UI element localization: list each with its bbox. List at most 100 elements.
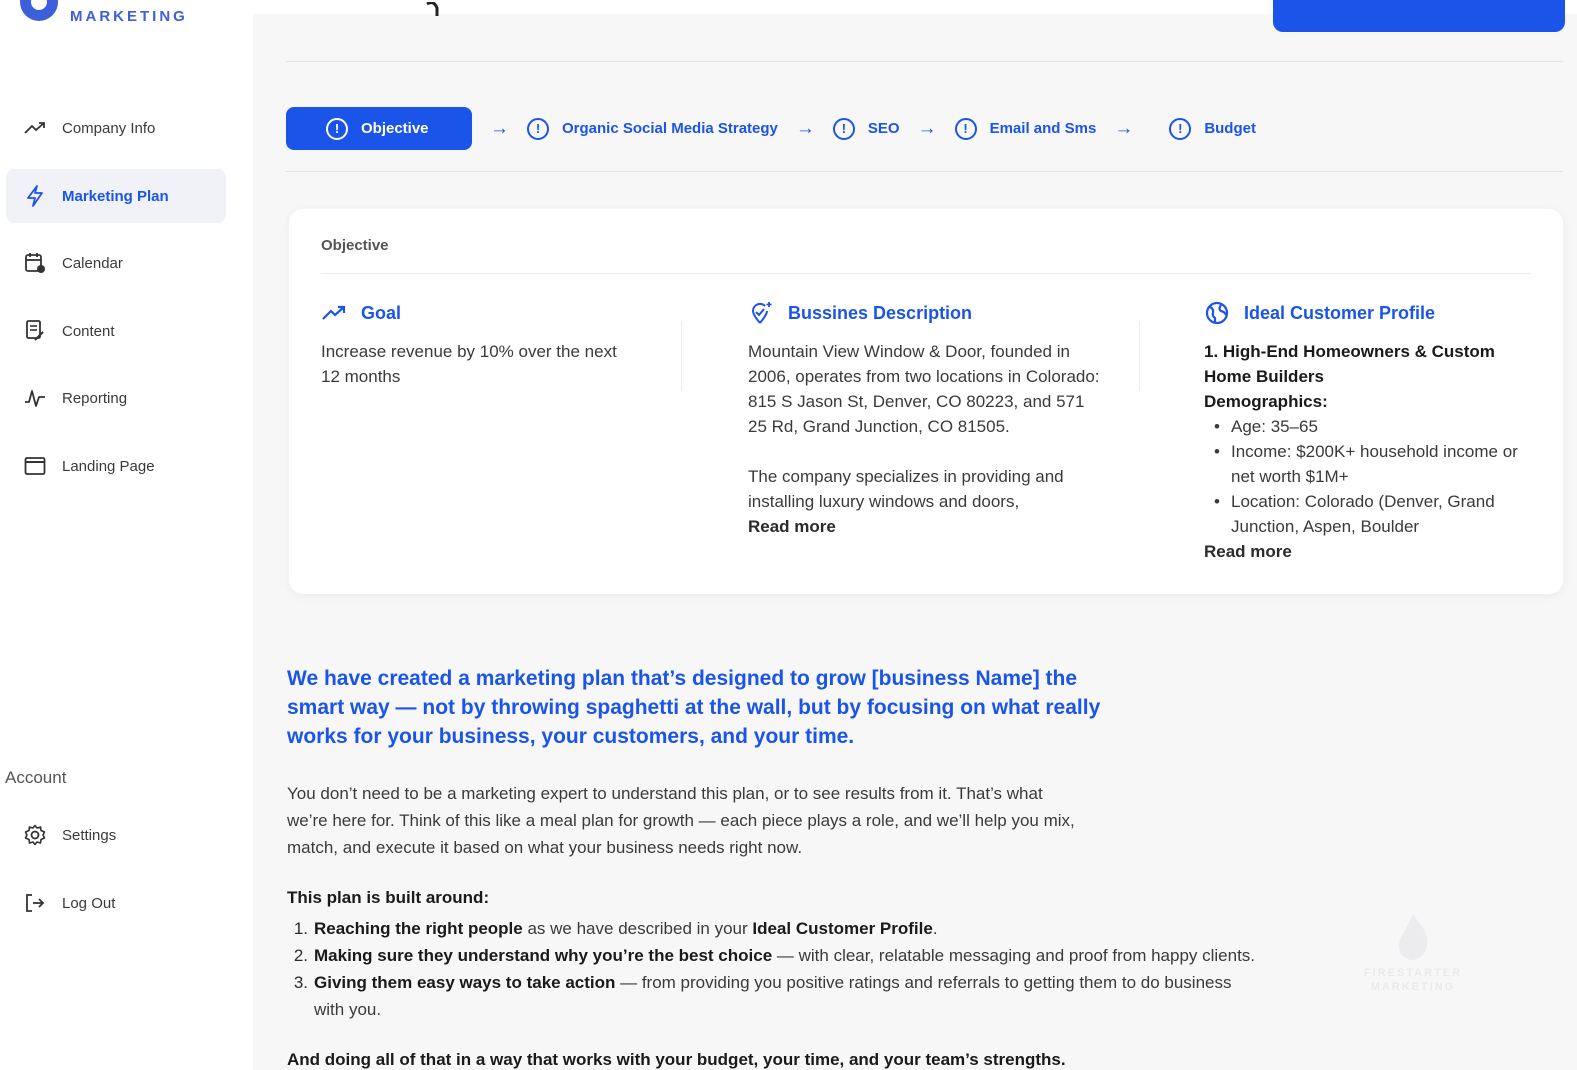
sidebar-item-reporting[interactable]: Reporting (6, 371, 226, 425)
document-edit-icon (23, 319, 47, 343)
pulse-icon (23, 386, 47, 410)
step-label: Objective (361, 120, 429, 137)
account-section-label: Account (5, 768, 67, 787)
brand-name: MARKETING (70, 8, 188, 25)
calendar-icon (23, 251, 47, 275)
flame-icon (1399, 914, 1428, 960)
alert-circle-icon: ! (954, 117, 977, 140)
sidebar-item-label: Calendar (62, 254, 123, 272)
stepper-divider (286, 171, 1563, 172)
list-number: 3. (293, 973, 308, 992)
trending-up-icon (23, 116, 47, 140)
step-objective[interactable]: ! Objective (286, 107, 472, 150)
sidebar-item-marketing-plan[interactable]: Marketing Plan (6, 169, 226, 223)
watermark-line-1: FIRESTARTER (1363, 967, 1463, 979)
objective-card: Objective Goal Increase revenue by 10% o… (289, 209, 1563, 594)
sidebar-item-label: Landing Page (62, 457, 155, 475)
header-divider (286, 61, 1563, 62)
arrow-right-icon: → (490, 117, 509, 139)
point-bold: Giving them easy ways to take action (314, 973, 616, 992)
plan-stepper: ! Objective → ! Organic Social Media Str… (286, 107, 1256, 150)
plan-points-list: 1. Reaching the right people as we have … (287, 915, 1347, 1023)
list-item: Location: Colorado (Denver, Grand Juncti… (1204, 489, 1524, 539)
arrow-right-icon: → (917, 117, 937, 139)
sidebar-item-landing-page[interactable]: Landing Page (6, 439, 226, 493)
plan-lead-text: We have created a marketing plan that’s … (287, 667, 1101, 748)
globe-icon (1204, 301, 1230, 325)
alert-circle-icon: ! (527, 117, 549, 140)
list-item: Income: $200K+ household income or net w… (1204, 439, 1524, 489)
logout-icon (23, 891, 47, 915)
sidebar-item-company-info[interactable]: Company Info (6, 101, 226, 155)
point-text: — with clear, relatable messaging and pr… (772, 946, 1256, 965)
plan-closing-text: And doing all of that in a way that work… (287, 1050, 1066, 1069)
card-title: Objective (321, 237, 389, 254)
icp-read-more-link[interactable]: Read more (1204, 539, 1524, 564)
plan-built-around-label: This plan is built around: (287, 888, 490, 907)
sidebar-item-settings[interactable]: Settings (6, 808, 226, 862)
step-organic-social-media[interactable]: ! Organic Social Media Strategy (527, 107, 778, 150)
business-read-more-link[interactable]: Read more (748, 514, 1103, 539)
primary-action-button[interactable] (1273, 0, 1565, 32)
ideal-customer-profile-column: Ideal Customer Profile 1. High-End Homeo… (1204, 301, 1524, 564)
sidebar-item-label: Reporting (62, 389, 128, 407)
list-number: 2. (293, 946, 308, 965)
watermark-line-2: MARKETING (1370, 981, 1456, 993)
business-description-text: Mountain View Window & Door, founded in … (748, 342, 1100, 436)
alert-circle-icon: ! (832, 117, 855, 140)
point-bold: Reaching the right people (314, 919, 523, 938)
step-label: SEO (867, 120, 900, 137)
sidebar-item-content[interactable]: Content (6, 304, 226, 358)
location-sparkle-icon (748, 301, 774, 325)
list-item: 2. Making sure they understand why you’r… (287, 942, 1347, 969)
step-label: Organic Social Media Strategy (562, 120, 778, 137)
trending-up-icon (321, 301, 347, 325)
lightning-icon (23, 184, 47, 208)
ideal-customer-profile-heading: Ideal Customer Profile (1244, 302, 1436, 323)
step-budget[interactable]: ! Budget (1169, 107, 1256, 150)
gear-icon (23, 823, 47, 847)
arrow-right-icon: → (1114, 117, 1134, 139)
list-item: 3. Giving them easy ways to take action … (287, 969, 1347, 1023)
card-divider (321, 273, 1531, 274)
alert-circle-icon: ! (326, 117, 348, 140)
business-description-heading: Bussines Description (788, 302, 973, 323)
point-text-2: . (932, 919, 938, 938)
sidebar-item-label: Content (62, 322, 115, 340)
list-item: Age: 35–65 (1204, 414, 1524, 439)
sidebar-item-label: Company Info (62, 119, 156, 137)
sidebar-item-label: Marketing Plan (62, 187, 169, 205)
browser-window-icon (23, 454, 47, 478)
goal-heading: Goal (361, 302, 402, 323)
alert-circle-icon: ! (1169, 117, 1192, 140)
plan-intro-paragraph: You don’t need to be a marketing expert … (287, 784, 1075, 857)
column-divider (681, 321, 682, 391)
sidebar-item-label: Settings (62, 826, 117, 844)
goal-text: Increase revenue by 10% over the next 12… (321, 342, 617, 386)
sidebar: MARKETING Company Info Marketing Plan Ca… (0, 0, 253, 1070)
sidebar-item-calendar[interactable]: Calendar (6, 236, 226, 290)
column-divider (1139, 321, 1140, 391)
watermark: FIRESTARTER MARKETING (1343, 912, 1483, 994)
demographics-label: Demographics: (1204, 392, 1328, 411)
point-bold-2: Ideal Customer Profile (752, 919, 933, 938)
demographics-list: Age: 35–65 Income: $200K+ household inco… (1204, 414, 1524, 539)
list-item: 1. Reaching the right people as we have … (287, 915, 1347, 942)
step-label: Budget (1204, 120, 1256, 137)
brand-logo[interactable] (18, 0, 60, 30)
arrow-right-icon: → (795, 117, 815, 139)
main-content: ! Objective → ! Organic Social Media Str… (253, 0, 1577, 1070)
list-number: 1. (293, 919, 308, 938)
sidebar-item-label: Log Out (62, 894, 116, 912)
step-seo[interactable]: ! SEO (832, 107, 900, 150)
goal-column: Goal Increase revenue by 10% over the ne… (321, 301, 621, 389)
step-label: Email and Sms (989, 120, 1097, 137)
step-email-and-sms[interactable]: ! Email and Sms (954, 107, 1097, 150)
point-bold: Making sure they understand why you’re t… (314, 946, 773, 965)
business-description-text-2: The company specializes in providing and… (748, 467, 1064, 511)
point-text: as we have described in your (522, 919, 753, 938)
page-title-fragment (426, 2, 439, 16)
sidebar-item-log-out[interactable]: Log Out (6, 876, 226, 930)
customer-segment-title: 1. High-End Homeowners & Custom Home Bui… (1204, 342, 1495, 386)
business-description-column: Bussines Description Mountain View Windo… (748, 301, 1103, 539)
